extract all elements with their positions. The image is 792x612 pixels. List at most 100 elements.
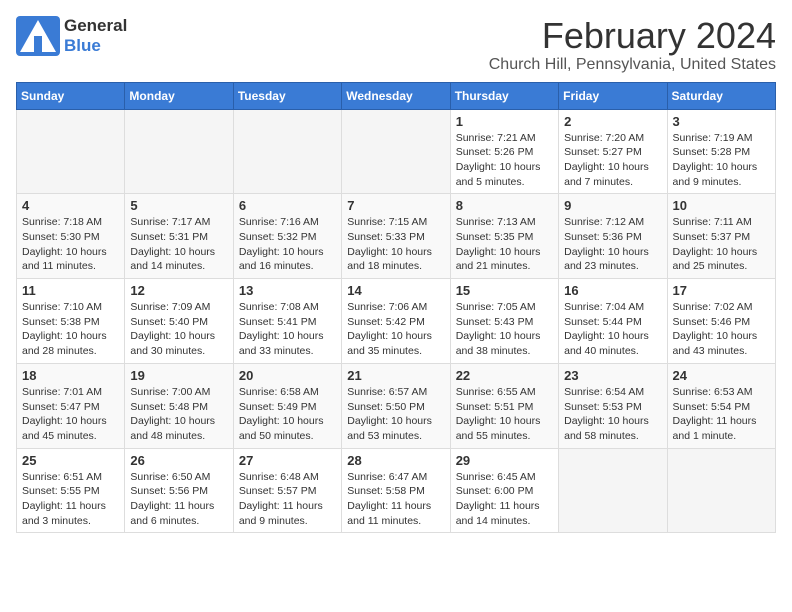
day-number: 4: [22, 198, 119, 213]
day-info: Sunrise: 7:15 AM Sunset: 5:33 PM Dayligh…: [347, 216, 432, 272]
day-number: 20: [239, 368, 336, 383]
day-number: 16: [564, 283, 661, 298]
calendar-cell: 5 Sunrise: 7:17 AM Sunset: 5:31 PM Daylig…: [125, 194, 233, 279]
day-info: Sunrise: 7:04 AM Sunset: 5:44 PM Dayligh…: [564, 301, 649, 357]
day-info: Sunrise: 7:13 AM Sunset: 5:35 PM Dayligh…: [456, 216, 541, 272]
calendar-cell: 29 Sunrise: 6:45 AM Sunset: 6:00 PM Dayli…: [450, 448, 558, 533]
day-info: Sunrise: 7:19 AM Sunset: 5:28 PM Dayligh…: [673, 132, 758, 188]
header-thursday: Thursday: [450, 82, 558, 109]
calendar-cell: [559, 448, 667, 533]
week-row-0: 1 Sunrise: 7:21 AM Sunset: 5:26 PM Daylig…: [17, 109, 776, 194]
calendar-cell: 15 Sunrise: 7:05 AM Sunset: 5:43 PM Dayli…: [450, 279, 558, 364]
calendar-cell: 1 Sunrise: 7:21 AM Sunset: 5:26 PM Daylig…: [450, 109, 558, 194]
day-info: Sunrise: 7:17 AM Sunset: 5:31 PM Dayligh…: [130, 216, 215, 272]
week-row-2: 11Sunrise: 7:10 AM Sunset: 5:38 PM Dayli…: [17, 279, 776, 364]
logo-general: General: [64, 16, 127, 36]
day-info: Sunrise: 6:57 AM Sunset: 5:50 PM Dayligh…: [347, 386, 432, 442]
calendar-title: February 2024: [489, 16, 776, 56]
calendar-subtitle: Church Hill, Pennsylvania, United States: [489, 56, 776, 74]
day-info: Sunrise: 7:12 AM Sunset: 5:36 PM Dayligh…: [564, 216, 649, 272]
calendar-cell: [342, 109, 450, 194]
day-number: 8: [456, 198, 553, 213]
day-info: Sunrise: 7:05 AM Sunset: 5:43 PM Dayligh…: [456, 301, 541, 357]
calendar-cell: 6Sunrise: 7:16 AM Sunset: 5:32 PM Daylig…: [233, 194, 341, 279]
day-number: 3: [673, 114, 770, 129]
calendar-cell: 17 Sunrise: 7:02 AM Sunset: 5:46 PM Dayli…: [667, 279, 775, 364]
calendar-cell: 2Sunrise: 7:20 AM Sunset: 5:27 PM Daylig…: [559, 109, 667, 194]
day-number: 23: [564, 368, 661, 383]
day-number: 1: [456, 114, 553, 129]
calendar-cell: 8 Sunrise: 7:13 AM Sunset: 5:35 PM Daylig…: [450, 194, 558, 279]
week-row-3: 18 Sunrise: 7:01 AM Sunset: 5:47 PM Dayli…: [17, 363, 776, 448]
day-info: Sunrise: 7:21 AM Sunset: 5:26 PM Dayligh…: [456, 132, 541, 188]
calendar-body: 1 Sunrise: 7:21 AM Sunset: 5:26 PM Daylig…: [17, 109, 776, 533]
day-info: Sunrise: 6:45 AM Sunset: 6:00 PM Dayligh…: [456, 471, 540, 527]
calendar-cell: 10Sunrise: 7:11 AM Sunset: 5:37 PM Dayli…: [667, 194, 775, 279]
header-tuesday: Tuesday: [233, 82, 341, 109]
calendar-cell: 13Sunrise: 7:08 AM Sunset: 5:41 PM Dayli…: [233, 279, 341, 364]
logo-blue: Blue: [64, 36, 127, 56]
day-number: 19: [130, 368, 227, 383]
calendar-cell: [233, 109, 341, 194]
calendar-header: SundayMondayTuesdayWednesdayThursdayFrid…: [17, 82, 776, 109]
calendar-cell: [667, 448, 775, 533]
calendar-cell: 21 Sunrise: 6:57 AM Sunset: 5:50 PM Dayli…: [342, 363, 450, 448]
day-info: Sunrise: 7:09 AM Sunset: 5:40 PM Dayligh…: [130, 301, 215, 357]
calendar-cell: 12 Sunrise: 7:09 AM Sunset: 5:40 PM Dayli…: [125, 279, 233, 364]
day-info: Sunrise: 7:08 AM Sunset: 5:41 PM Dayligh…: [239, 301, 324, 357]
day-number: 28: [347, 453, 444, 468]
calendar-cell: 20 Sunrise: 6:58 AM Sunset: 5:49 PM Dayli…: [233, 363, 341, 448]
calendar-cell: 26Sunrise: 6:50 AM Sunset: 5:56 PM Dayli…: [125, 448, 233, 533]
day-number: 18: [22, 368, 119, 383]
day-number: 25: [22, 453, 119, 468]
calendar-cell: 19Sunrise: 7:00 AM Sunset: 5:48 PM Dayli…: [125, 363, 233, 448]
header-monday: Monday: [125, 82, 233, 109]
day-number: 29: [456, 453, 553, 468]
day-number: 22: [456, 368, 553, 383]
day-number: 7: [347, 198, 444, 213]
day-number: 5: [130, 198, 227, 213]
day-info: Sunrise: 6:51 AM Sunset: 5:55 PM Dayligh…: [22, 471, 106, 527]
day-number: 10: [673, 198, 770, 213]
day-info: Sunrise: 6:48 AM Sunset: 5:57 PM Dayligh…: [239, 471, 323, 527]
day-number: 27: [239, 453, 336, 468]
week-row-1: 4 Sunrise: 7:18 AM Sunset: 5:30 PM Daylig…: [17, 194, 776, 279]
day-number: 21: [347, 368, 444, 383]
calendar-cell: 7 Sunrise: 7:15 AM Sunset: 5:33 PM Daylig…: [342, 194, 450, 279]
day-number: 9: [564, 198, 661, 213]
header-saturday: Saturday: [667, 82, 775, 109]
title-block: February 2024 Church Hill, Pennsylvania,…: [489, 16, 776, 74]
calendar-cell: 4 Sunrise: 7:18 AM Sunset: 5:30 PM Daylig…: [17, 194, 125, 279]
header-wednesday: Wednesday: [342, 82, 450, 109]
calendar-cell: [17, 109, 125, 194]
calendar-cell: 28 Sunrise: 6:47 AM Sunset: 5:58 PM Dayli…: [342, 448, 450, 533]
day-number: 15: [456, 283, 553, 298]
day-number: 26: [130, 453, 227, 468]
calendar-table: SundayMondayTuesdayWednesdayThursdayFrid…: [16, 82, 776, 534]
day-info: Sunrise: 7:01 AM Sunset: 5:47 PM Dayligh…: [22, 386, 107, 442]
calendar-cell: [125, 109, 233, 194]
day-info: Sunrise: 6:58 AM Sunset: 5:49 PM Dayligh…: [239, 386, 324, 442]
day-number: 12: [130, 283, 227, 298]
day-info: Sunrise: 6:54 AM Sunset: 5:53 PM Dayligh…: [564, 386, 649, 442]
day-info: Sunrise: 7:20 AM Sunset: 5:27 PM Dayligh…: [564, 132, 649, 188]
calendar-cell: 18 Sunrise: 7:01 AM Sunset: 5:47 PM Dayli…: [17, 363, 125, 448]
header-sunday: Sunday: [17, 82, 125, 109]
day-number: 14: [347, 283, 444, 298]
day-info: Sunrise: 7:18 AM Sunset: 5:30 PM Dayligh…: [22, 216, 107, 272]
day-info: Sunrise: 7:02 AM Sunset: 5:46 PM Dayligh…: [673, 301, 758, 357]
calendar-cell: 3 Sunrise: 7:19 AM Sunset: 5:28 PM Daylig…: [667, 109, 775, 194]
day-info: Sunrise: 6:47 AM Sunset: 5:58 PM Dayligh…: [347, 471, 431, 527]
day-info: Sunrise: 7:10 AM Sunset: 5:38 PM Dayligh…: [22, 301, 107, 357]
day-info: Sunrise: 7:06 AM Sunset: 5:42 PM Dayligh…: [347, 301, 432, 357]
calendar-cell: 25 Sunrise: 6:51 AM Sunset: 5:55 PM Dayli…: [17, 448, 125, 533]
header-friday: Friday: [559, 82, 667, 109]
generalblue-logo-icon: [16, 16, 60, 56]
week-row-4: 25 Sunrise: 6:51 AM Sunset: 5:55 PM Dayli…: [17, 448, 776, 533]
calendar-cell: 27 Sunrise: 6:48 AM Sunset: 5:57 PM Dayli…: [233, 448, 341, 533]
calendar-cell: 14 Sunrise: 7:06 AM Sunset: 5:42 PM Dayli…: [342, 279, 450, 364]
day-number: 6: [239, 198, 336, 213]
logo: General Blue: [16, 16, 127, 56]
day-number: 17: [673, 283, 770, 298]
calendar-cell: 24Sunrise: 6:53 AM Sunset: 5:54 PM Dayli…: [667, 363, 775, 448]
